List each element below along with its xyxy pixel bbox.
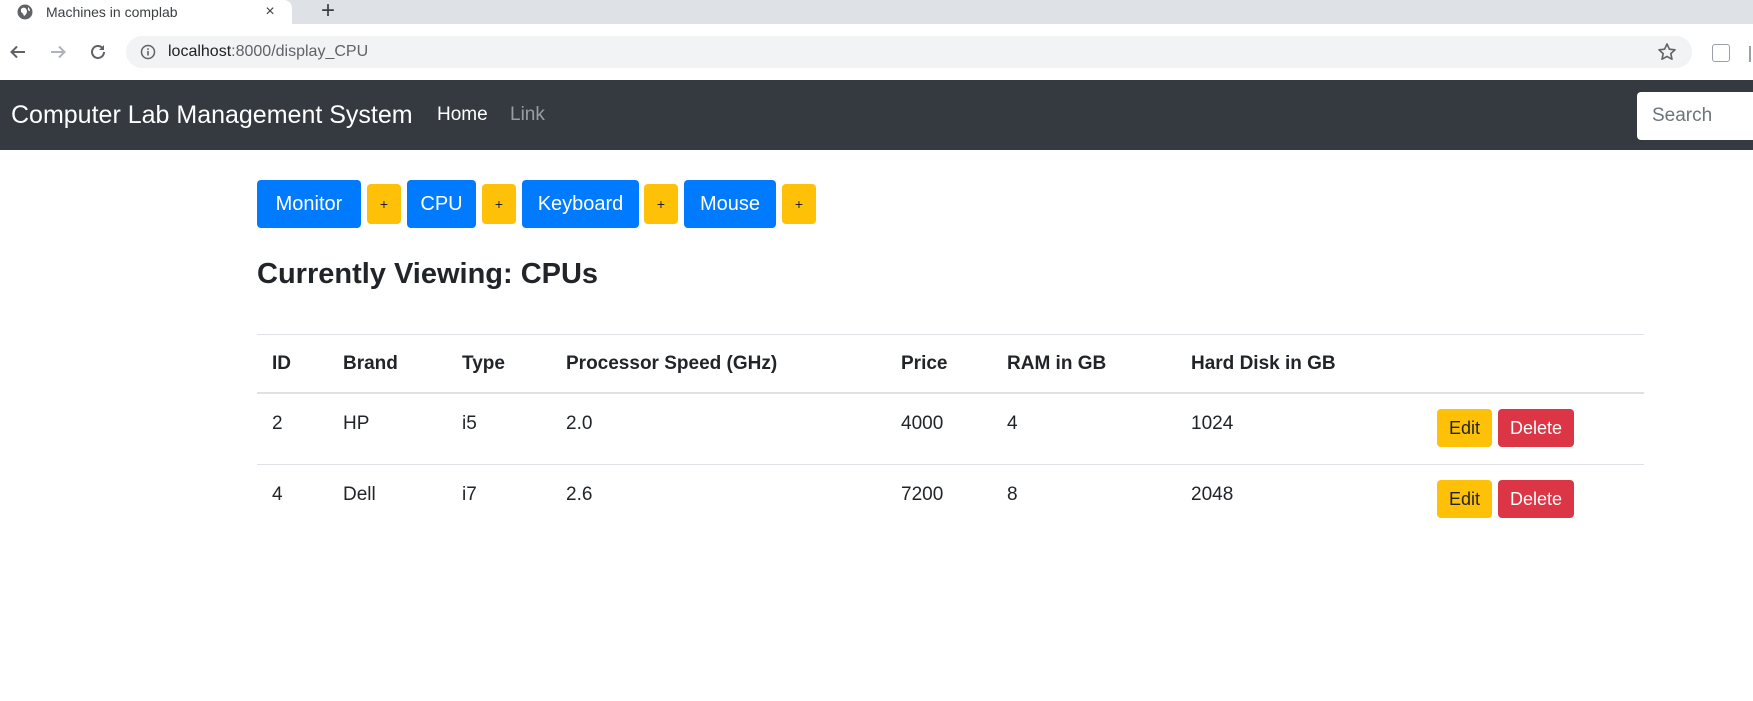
heading-prefix: Currently Viewing: <box>257 258 513 290</box>
reload-icon[interactable] <box>84 38 112 66</box>
new-tab-button[interactable]: + <box>316 0 340 24</box>
cell-price: 7200 <box>901 484 944 505</box>
cell-hard-disk: 1024 <box>1191 413 1234 434</box>
edit-button[interactable]: Edit <box>1437 409 1493 447</box>
cpu-table: ID Brand Type Processor Speed (GHz) Pric… <box>257 334 1644 535</box>
heading-value: CPUs <box>520 258 599 290</box>
back-arrow-icon[interactable] <box>4 38 32 66</box>
bookmark-star-icon[interactable] <box>1656 41 1678 63</box>
cell-hard-disk: 2048 <box>1191 484 1234 505</box>
search-input[interactable] <box>1637 92 1753 140</box>
add-monitor-button[interactable]: + <box>367 184 401 224</box>
add-cpu-button[interactable]: + <box>482 184 516 224</box>
tab-title: Machines in complab <box>46 4 178 20</box>
header-type: Type <box>462 353 505 374</box>
url-path: :8000/display_CPU <box>231 43 369 60</box>
table-row: 4 Dell i7 2.6 7200 8 2048 Edit Delete <box>257 464 1644 535</box>
add-mouse-button[interactable]: + <box>782 184 816 224</box>
browser-tab[interactable]: Machines in complab × <box>0 0 292 24</box>
cell-type: i7 <box>462 484 477 505</box>
browser-toolbar: localhost:8000/display_CPU <box>0 24 1753 81</box>
page-heading: Currently Viewing: CPUs <box>257 258 598 291</box>
keyboard-button[interactable]: Keyboard <box>522 180 639 228</box>
header-price: Price <box>901 353 948 374</box>
toolbar-divider <box>1749 46 1751 62</box>
cpu-button[interactable]: CPU <box>407 180 476 228</box>
table-row: 2 HP i5 2.0 4000 4 1024 Edit Delete <box>257 394 1644 464</box>
globe-icon <box>17 4 33 20</box>
browser-tab-strip: Machines in complab × + <box>0 0 1753 24</box>
add-keyboard-button[interactable]: + <box>644 184 678 224</box>
url-host: localhost <box>168 43 232 60</box>
address-bar[interactable]: localhost:8000/display_CPU <box>126 36 1692 68</box>
header-hard-disk: Hard Disk in GB <box>1191 353 1336 374</box>
info-icon[interactable] <box>140 44 156 60</box>
cell-ram: 8 <box>1007 484 1018 505</box>
close-tab-icon[interactable]: × <box>260 3 280 21</box>
header-brand: Brand <box>343 353 398 374</box>
cell-brand: Dell <box>343 484 376 505</box>
monitor-button[interactable]: Monitor <box>257 180 361 228</box>
row-actions: Edit Delete <box>1437 480 1575 518</box>
cell-processor-speed: 2.0 <box>566 413 593 434</box>
cell-ram: 4 <box>1007 413 1018 434</box>
cell-brand: HP <box>343 413 370 434</box>
cell-id: 2 <box>272 413 283 434</box>
table-header-row: ID Brand Type Processor Speed (GHz) Pric… <box>257 334 1644 394</box>
cell-type: i5 <box>462 413 477 434</box>
header-id: ID <box>272 353 291 374</box>
delete-button[interactable]: Delete <box>1498 409 1575 447</box>
row-actions: Edit Delete <box>1437 409 1575 447</box>
app-navbar: Computer Lab Management System Home Link <box>0 80 1753 150</box>
nav-home-link[interactable]: Home <box>437 80 488 150</box>
cell-processor-speed: 2.6 <box>566 484 593 505</box>
nav-link-link[interactable]: Link <box>510 80 545 150</box>
url-text: localhost:8000/display_CPU <box>168 43 1656 61</box>
edit-button[interactable]: Edit <box>1437 480 1493 518</box>
header-processor-speed: Processor Speed (GHz) <box>566 353 778 374</box>
header-ram: RAM in GB <box>1007 353 1107 374</box>
delete-button[interactable]: Delete <box>1498 480 1575 518</box>
cell-price: 4000 <box>901 413 944 434</box>
cell-id: 4 <box>272 484 283 505</box>
navbar-brand[interactable]: Computer Lab Management System <box>11 80 413 150</box>
forward-arrow-icon[interactable] <box>44 38 72 66</box>
extension-icon[interactable] <box>1712 44 1730 62</box>
mouse-button[interactable]: Mouse <box>684 180 776 228</box>
